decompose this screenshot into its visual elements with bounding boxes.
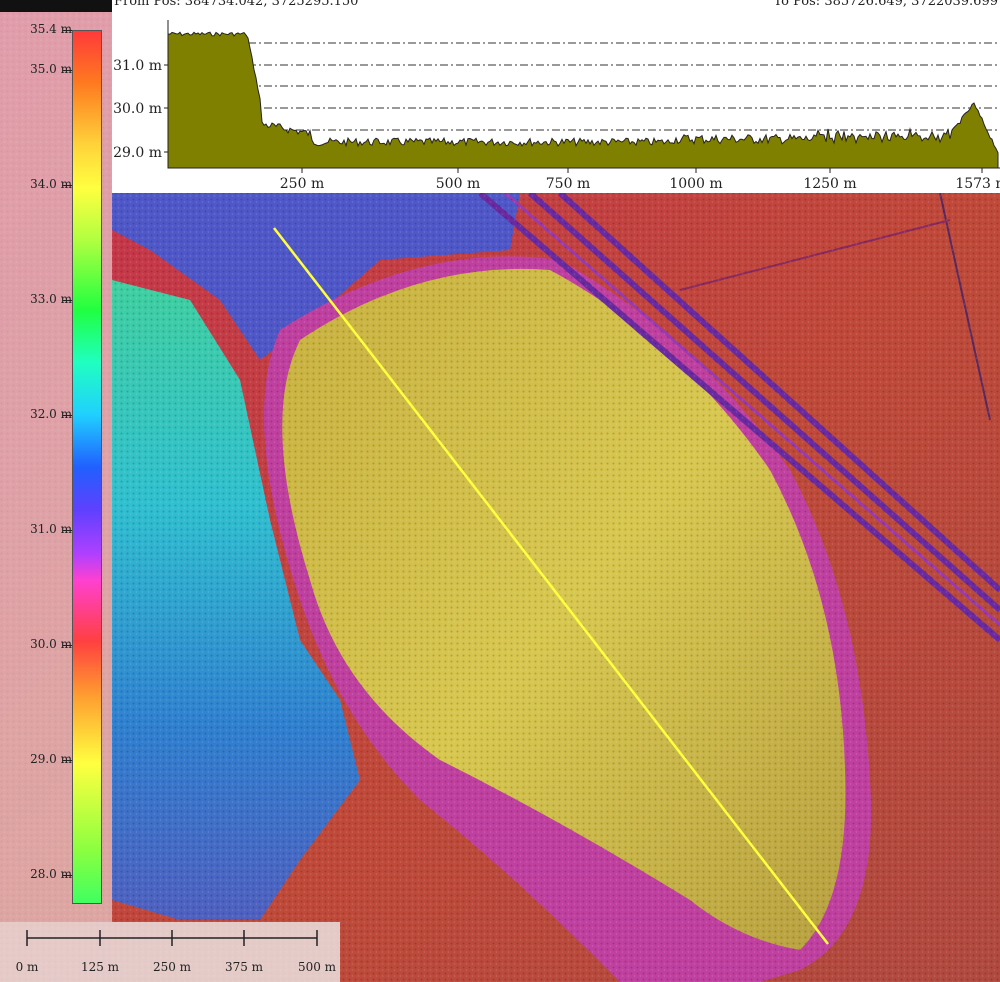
- legend-tick-label: 31.0 m: [30, 522, 72, 536]
- x-tick-label: 1573 m: [955, 176, 1000, 192]
- legend-tick-label: 34.0 m: [30, 177, 72, 191]
- scale-bar: 0 m 125 m 250 m 375 m 500 m: [0, 922, 340, 982]
- legend-tick-label: 35.4 m: [30, 22, 72, 36]
- legend-tick-mark: [63, 645, 72, 646]
- scale-label: 500 m: [297, 960, 337, 974]
- legend-tick-label: 35.0 m: [30, 62, 72, 76]
- y-tick-label: 31.0 m: [113, 58, 162, 74]
- x-tick-label: 500 m: [436, 176, 480, 192]
- scale-label: 375 m: [224, 960, 264, 974]
- legend-tick-label: 30.0 m: [30, 637, 72, 651]
- legend-tick-label: 32.0 m: [30, 407, 72, 421]
- legend-tick-mark: [63, 760, 72, 761]
- legend-tick-label: 28.0 m: [30, 867, 72, 881]
- legend-top-bar: [0, 0, 112, 12]
- y-tick-label: 30.0 m: [113, 101, 162, 117]
- profile-chart[interactable]: 31.0 m 30.0 m 29.0 m 250 m 500 m 750 m 1000 m…: [112, 0, 1000, 193]
- legend-tick-mark: [63, 300, 72, 301]
- legend-tick-mark: [63, 185, 72, 186]
- y-tick-label: 29.0 m: [113, 145, 162, 161]
- scale-label: 0 m: [15, 960, 39, 974]
- to-position-label: To Pos: 385726.649, 3722039.699: [773, 0, 998, 9]
- scale-label: 250 m: [152, 960, 192, 974]
- legend-tick-mark: [63, 415, 72, 416]
- legend-tick-label: 29.0 m: [30, 752, 72, 766]
- legend-tick-mark: [63, 875, 72, 876]
- x-tick-label: 250 m: [280, 176, 324, 192]
- color-ramp: [72, 30, 102, 904]
- elevation-legend: 35.4 m 35.0 m 34.0 m 33.0 m 32.0 m 31.0 m 30.0…: [0, 12, 112, 922]
- scale-label: 125 m: [80, 960, 120, 974]
- legend-tick-mark: [63, 70, 72, 71]
- x-tick-label: 1000 m: [669, 176, 722, 192]
- from-position-label: From Pos: 384734.042, 3725295.150: [114, 0, 359, 9]
- legend-tick-label: 33.0 m: [30, 292, 72, 306]
- legend-tick-mark: [63, 30, 72, 31]
- x-tick-label: 1250 m: [803, 176, 856, 192]
- legend-tick-mark: [63, 530, 72, 531]
- x-tick-label: 750 m: [546, 176, 590, 192]
- profile-area: [167, 31, 999, 169]
- elevation-profile-panel: From Pos: 384734.042, 3725295.150 To Pos…: [112, 0, 1000, 193]
